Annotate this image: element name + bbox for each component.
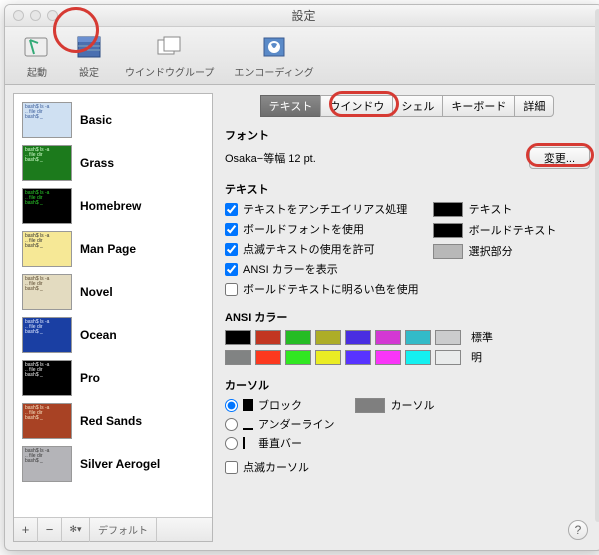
window-title: 設定 xyxy=(5,7,599,24)
ansi-1-2[interactable] xyxy=(285,350,311,365)
profile-thumb: bash$ ls -a.. file dirbash$ _ xyxy=(22,360,72,396)
ansi-1-5[interactable] xyxy=(375,350,401,365)
toolbar-startup[interactable]: 起動 xyxy=(15,30,59,81)
help-button[interactable]: ? xyxy=(568,520,588,540)
profile-thumb: bash$ ls -a.. file dirbash$ _ xyxy=(22,188,72,224)
profile-name-label: Basic xyxy=(80,113,112,127)
ansi-row-label-1: 明 xyxy=(471,349,482,365)
profile-name-label: Ocean xyxy=(80,328,117,342)
profile-name-label: Novel xyxy=(80,285,113,299)
toolbar-settings[interactable]: 設定 xyxy=(67,30,111,81)
profile-name-label: Pro xyxy=(80,371,100,385)
gear-menu-button[interactable]: ✻▾ xyxy=(62,518,90,542)
cursor-color-swatch[interactable] xyxy=(355,398,385,413)
cursor-radio-0[interactable]: ブロック xyxy=(225,397,335,413)
profile-thumb: bash$ ls -a.. file dirbash$ _ xyxy=(22,102,72,138)
cursor-swatch-label: カーソル xyxy=(391,397,435,413)
tab-0[interactable]: テキスト xyxy=(260,95,322,117)
profile-ocean[interactable]: bash$ ls -a.. file dirbash$ _ Ocean xyxy=(14,313,212,356)
font-description: Osaka−等幅 12 pt. xyxy=(225,150,316,166)
add-profile-button[interactable]: + xyxy=(14,518,38,542)
tab-4[interactable]: 詳細 xyxy=(514,95,554,117)
profile-homebrew[interactable]: bash$ ls -a.. file dirbash$ _ Homebrew xyxy=(14,184,212,227)
ansi-0-2[interactable] xyxy=(285,330,311,345)
text-opt-0[interactable]: テキストをアンチエイリアス処理 xyxy=(225,201,419,217)
remove-profile-button[interactable]: − xyxy=(38,518,62,542)
ansi-1-7[interactable] xyxy=(435,350,461,365)
ansi-0-1[interactable] xyxy=(255,330,281,345)
text-opt-2[interactable]: 点滅テキストの使用を許可 xyxy=(225,241,419,257)
ansi-0-5[interactable] xyxy=(375,330,401,345)
text-swatch-label-1: ボールドテキスト xyxy=(469,222,557,238)
ansi-0-3[interactable] xyxy=(315,330,341,345)
profile-red-sands[interactable]: bash$ ls -a.. file dirbash$ _ Red Sands xyxy=(14,399,212,442)
encoding-icon xyxy=(258,32,290,62)
profile-pro[interactable]: bash$ ls -a.. file dirbash$ _ Pro xyxy=(14,356,212,399)
profile-name-label: Man Page xyxy=(80,242,136,256)
text-swatch-0[interactable] xyxy=(433,202,463,217)
profile-thumb: bash$ ls -a.. file dirbash$ _ xyxy=(22,317,72,353)
profile-thumb: bash$ ls -a.. file dirbash$ _ xyxy=(22,446,72,482)
text-opt-4[interactable]: ボールドテキストに明るい色を使用 xyxy=(225,281,419,297)
profile-man-page[interactable]: bash$ ls -a.. file dirbash$ _ Man Page xyxy=(14,227,212,270)
tab-3[interactable]: キーボード xyxy=(442,95,515,117)
ansi-1-4[interactable] xyxy=(345,350,371,365)
profile-name-label: Homebrew xyxy=(80,199,141,213)
profile-thumb: bash$ ls -a.. file dirbash$ _ xyxy=(22,145,72,181)
toolbar-wingroup[interactable]: ウインドウグループ xyxy=(119,30,220,81)
blink-cursor-label: 点滅カーソル xyxy=(243,459,309,475)
wingroup-icon xyxy=(154,32,186,62)
ansi-section-title: ANSI カラー xyxy=(225,309,590,325)
profile-silver-aerogel[interactable]: bash$ ls -a.. file dirbash$ _ Silver Aero… xyxy=(14,442,212,485)
ansi-1-3[interactable] xyxy=(315,350,341,365)
toolbar-encoding[interactable]: エンコーディング xyxy=(228,30,319,81)
profile-name-label: Grass xyxy=(80,156,114,170)
font-section-title: フォント xyxy=(225,127,590,143)
ansi-0-4[interactable] xyxy=(345,330,371,345)
profile-thumb: bash$ ls -a.. file dirbash$ _ xyxy=(22,403,72,439)
cursor-radio-2[interactable]: 垂直バー xyxy=(225,435,335,451)
ansi-0-6[interactable] xyxy=(405,330,431,345)
change-font-button[interactable]: 変更... xyxy=(529,147,590,169)
profile-grass[interactable]: bash$ ls -a.. file dirbash$ _ Grass xyxy=(14,141,212,184)
ansi-1-1[interactable] xyxy=(255,350,281,365)
profile-thumb: bash$ ls -a.. file dirbash$ _ xyxy=(22,274,72,310)
text-swatch-1[interactable] xyxy=(433,223,463,238)
profile-novel[interactable]: bash$ ls -a.. file dirbash$ _ Novel xyxy=(14,270,212,313)
ansi-row-label-0: 標準 xyxy=(471,329,493,345)
cursor-radio-1[interactable]: アンダーライン xyxy=(225,416,335,432)
text-opt-3[interactable]: ANSI カラーを表示 xyxy=(225,261,419,277)
startup-icon xyxy=(21,32,53,62)
profile-basic[interactable]: bash$ ls -a.. file dirbash$ _ Basic xyxy=(14,98,212,141)
ansi-1-0[interactable] xyxy=(225,350,251,365)
ansi-1-6[interactable] xyxy=(405,350,431,365)
profile-name-label: Silver Aerogel xyxy=(80,457,160,471)
tab-2[interactable]: シェル xyxy=(392,95,443,117)
settings-icon xyxy=(73,32,105,62)
text-opt-1[interactable]: ボールドフォントを使用 xyxy=(225,221,419,237)
cursor-section-title: カーソル xyxy=(225,377,590,393)
text-swatch-label-2: 選択部分 xyxy=(469,243,513,259)
tab-1[interactable]: ウインドウ xyxy=(320,95,393,117)
profile-thumb: bash$ ls -a.. file dirbash$ _ xyxy=(22,231,72,267)
ansi-0-0[interactable] xyxy=(225,330,251,345)
ansi-0-7[interactable] xyxy=(435,330,461,345)
profile-name-label: Red Sands xyxy=(80,414,142,428)
text-swatch-label-0: テキスト xyxy=(469,201,513,217)
blink-cursor-checkbox[interactable] xyxy=(225,461,238,474)
text-section-title: テキスト xyxy=(225,181,590,197)
default-button[interactable]: デフォルト xyxy=(90,518,157,542)
text-swatch-2[interactable] xyxy=(433,244,463,259)
